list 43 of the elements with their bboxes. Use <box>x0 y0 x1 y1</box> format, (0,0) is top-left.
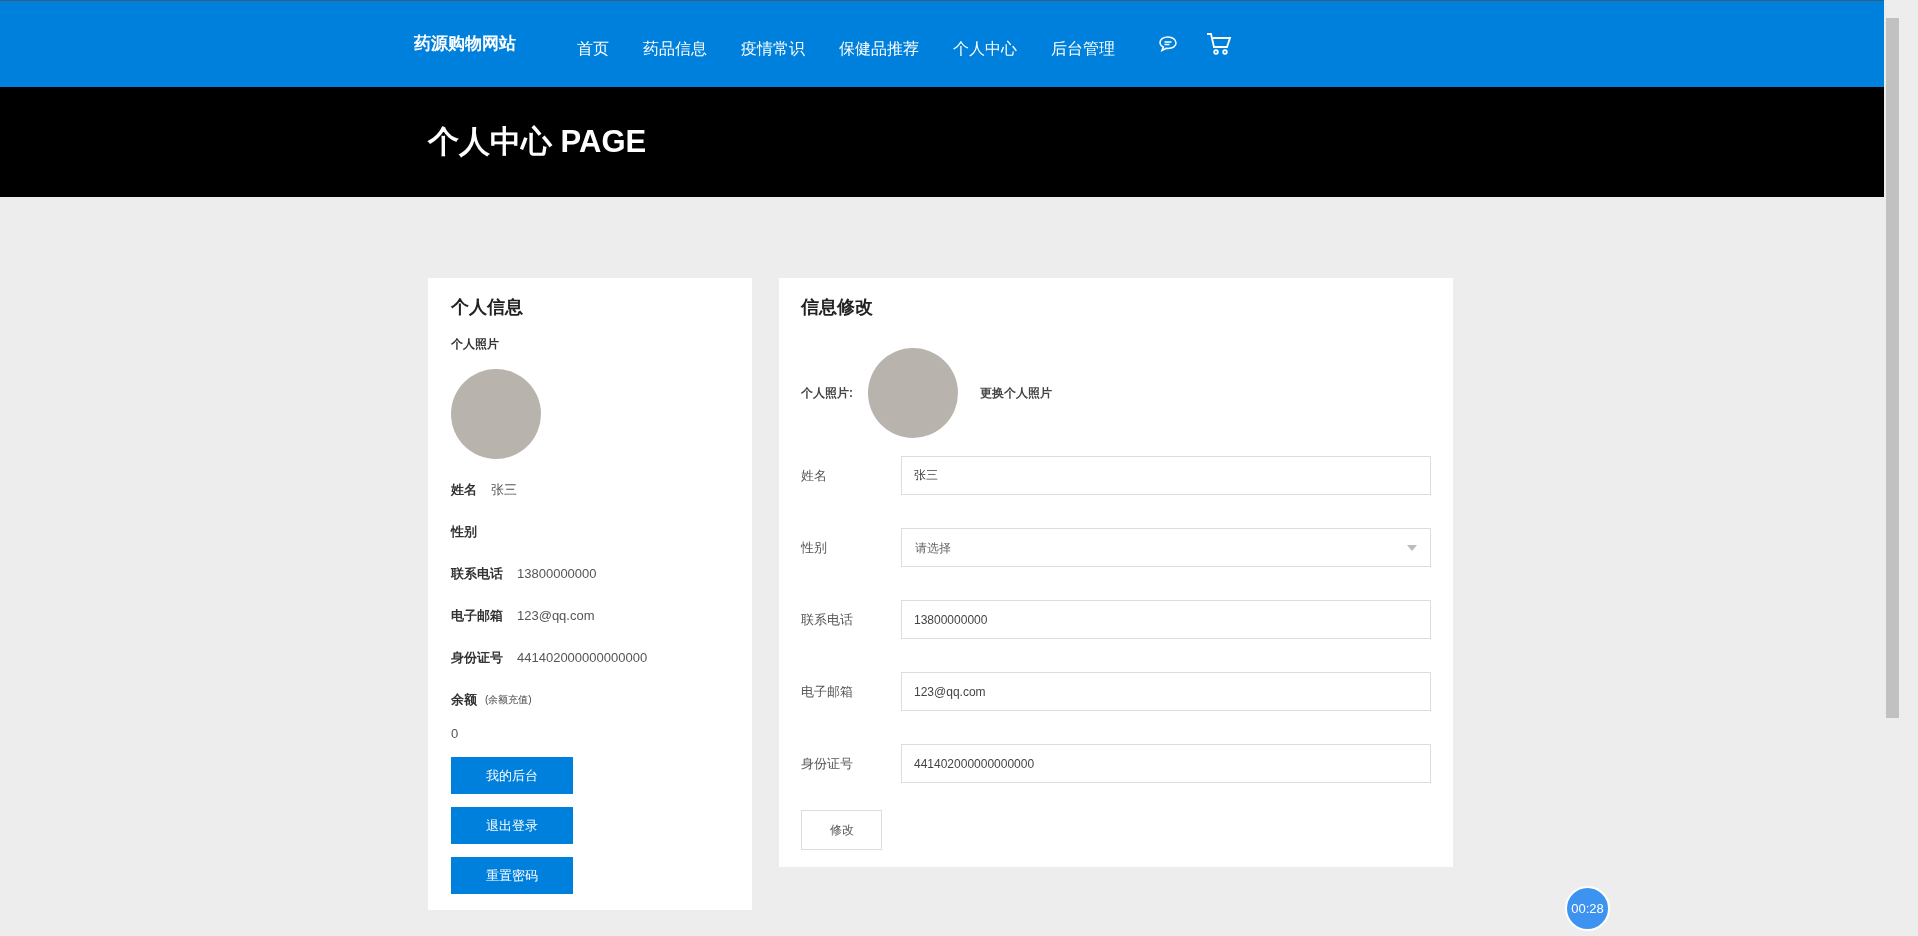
input-field[interactable]: 13800000000 <box>901 600 1431 639</box>
input-field[interactable]: 张三 <box>901 456 1431 495</box>
field-label: 姓名 <box>801 466 828 485</box>
dropdown-caret-icon <box>1407 544 1417 551</box>
field-label: 联系电话 <box>801 610 854 629</box>
input-field[interactable]: 123@qq.com <box>901 672 1431 711</box>
field-label: 电子邮箱 <box>801 682 854 701</box>
field-label: 联系电话 <box>451 564 503 583</box>
change-photo-link[interactable]: 更换个人照片 <box>980 384 1052 402</box>
photo-label: 个人照片: <box>801 385 854 402</box>
nav-link[interactable]: 疫情常识 <box>741 37 805 61</box>
action-button[interactable]: 重置密码 <box>451 857 573 894</box>
site-logo[interactable]: 药源购物网站 <box>414 31 577 57</box>
balance-label: 余额 <box>451 691 477 709</box>
field-value: 13800000000 <box>517 564 597 583</box>
field-label: 身份证号 <box>801 754 854 773</box>
nav-link[interactable]: 后台管理 <box>1051 37 1115 61</box>
card-title: 个人信息 <box>451 296 524 319</box>
nav-link[interactable]: 保健品推荐 <box>839 37 919 61</box>
field-value: 441402000000000000 <box>517 648 648 667</box>
field-value: 123@qq.com <box>517 606 595 625</box>
field-label: 身份证号 <box>451 648 503 667</box>
field-label: 性别 <box>801 538 828 557</box>
field-label: 性别 <box>451 522 477 541</box>
balance-value: 0 <box>451 724 460 743</box>
cart-icon[interactable] <box>1205 31 1233 57</box>
input-field[interactable]: 441402000000000000 <box>901 744 1431 783</box>
card-title: 信息修改 <box>801 296 874 319</box>
select-field[interactable]: 请选择 <box>901 528 1431 567</box>
nav-link[interactable]: 首页 <box>577 37 609 61</box>
banner-title: 个人中心 PAGE <box>428 122 647 161</box>
nav-link[interactable]: 个人中心 <box>953 37 1017 61</box>
field-label: 姓名 <box>451 480 477 499</box>
action-button[interactable]: 我的后台 <box>451 757 573 794</box>
field-value: 张三 <box>491 480 517 499</box>
recharge-link[interactable]: (余额充值) <box>485 692 532 708</box>
chat-bubble-icon[interactable] <box>1157 34 1179 54</box>
field-label: 电子邮箱 <box>451 606 503 625</box>
nav-link[interactable]: 药品信息 <box>643 37 707 61</box>
submit-button[interactable]: 修改 <box>801 810 882 850</box>
photo-label: 个人照片 <box>451 336 500 353</box>
timer-badge: 00:28 <box>1565 886 1610 931</box>
action-button[interactable]: 退出登录 <box>451 807 573 844</box>
